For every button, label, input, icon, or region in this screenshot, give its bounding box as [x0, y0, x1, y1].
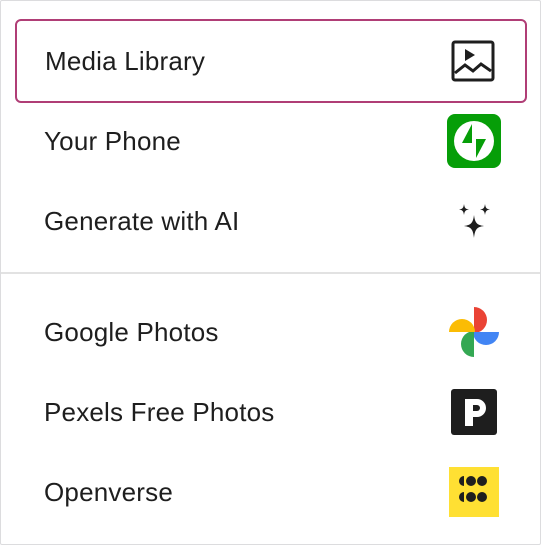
menu-item-google-photos[interactable]: Google Photos [15, 290, 527, 374]
menu-item-generate-ai[interactable]: Generate with AI [15, 179, 527, 263]
menu-item-label: Openverse [44, 476, 173, 507]
menu-group-local: Media Library Your Phone Generate with A… [1, 1, 540, 273]
menu-item-your-phone[interactable]: Your Phone [15, 99, 527, 183]
menu-item-label: Google Photos [44, 316, 219, 347]
sparkles-icon [447, 194, 501, 248]
menu-item-label: Media Library [45, 45, 206, 76]
pexels-icon [447, 385, 501, 439]
menu-group-external: Google Photos Pexels Free Photos Openver… [1, 274, 540, 546]
menu-item-pexels[interactable]: Pexels Free Photos [15, 370, 527, 454]
openverse-icon [447, 465, 501, 519]
menu-item-label: Pexels Free Photos [44, 396, 275, 427]
image-icon [446, 34, 500, 88]
menu-item-openverse[interactable]: Openverse [15, 450, 527, 534]
menu-item-label: Generate with AI [44, 205, 240, 236]
menu-item-media-library[interactable]: Media Library [15, 19, 527, 103]
menu-item-label: Your Phone [44, 125, 181, 156]
google-photos-icon [447, 305, 501, 359]
media-source-menu: Media Library Your Phone Generate with A… [0, 0, 541, 545]
jetpack-icon [447, 114, 501, 168]
